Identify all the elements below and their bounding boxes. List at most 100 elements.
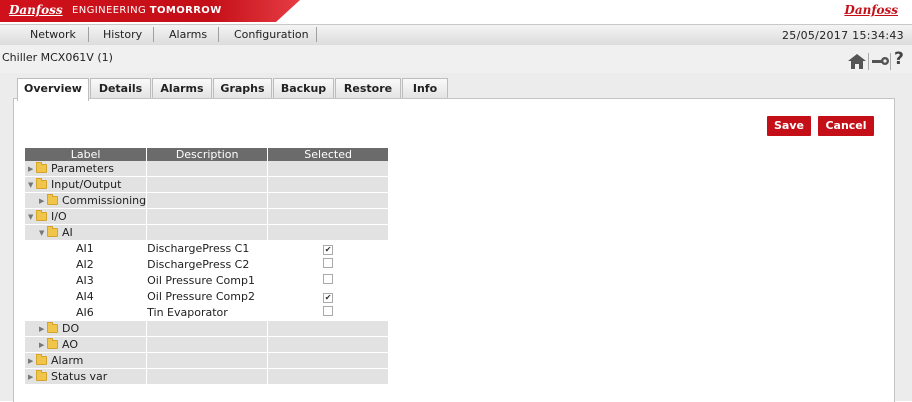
column-header-label[interactable]: Label bbox=[25, 148, 148, 161]
row-label: Parameters bbox=[51, 162, 114, 175]
tab-backup[interactable]: Backup bbox=[273, 78, 334, 99]
collapse-arrow-icon[interactable]: ▼ bbox=[39, 229, 47, 237]
row-description: Oil Pressure Comp2 bbox=[146, 288, 269, 305]
row-description bbox=[146, 224, 269, 241]
tab-graphs[interactable]: Graphs bbox=[213, 78, 272, 99]
expand-arrow-icon[interactable]: ▶ bbox=[28, 373, 36, 381]
tree-row-alarm[interactable]: ▶ Alarm bbox=[25, 352, 390, 369]
home-icon[interactable] bbox=[848, 54, 866, 69]
row-label: I/O bbox=[51, 210, 67, 223]
folder-icon bbox=[36, 162, 47, 173]
icon-separator bbox=[868, 53, 869, 70]
selected-checkbox[interactable] bbox=[323, 258, 334, 268]
expand-arrow-icon[interactable]: ▶ bbox=[39, 197, 47, 205]
danfoss-logo: Danfoss bbox=[9, 3, 63, 17]
menu-alarms[interactable]: Alarms bbox=[169, 28, 207, 41]
table-row: AI1 DischargePress C1 ✔ bbox=[25, 240, 390, 257]
tab-details[interactable]: Details bbox=[90, 78, 151, 99]
danfoss-logo-right: Danfoss bbox=[844, 3, 898, 17]
row-label: AI6 bbox=[25, 304, 148, 321]
row-description: Oil Pressure Comp1 bbox=[146, 272, 269, 289]
collapse-arrow-icon[interactable]: ▼ bbox=[28, 213, 36, 221]
tab-info[interactable]: Info bbox=[402, 78, 448, 99]
device-title: Chiller MCX061V (1) bbox=[2, 51, 113, 64]
expand-arrow-icon[interactable]: ▶ bbox=[28, 357, 36, 365]
table-row: AI3 Oil Pressure Comp1 bbox=[25, 272, 390, 289]
row-description bbox=[146, 176, 269, 193]
row-label: Status var bbox=[51, 370, 108, 383]
folder-icon bbox=[36, 354, 47, 365]
row-description bbox=[146, 336, 269, 353]
column-header-description[interactable]: Description bbox=[146, 148, 269, 161]
tree-row-ai[interactable]: ▼ AI bbox=[25, 224, 390, 241]
menu-network[interactable]: Network bbox=[30, 28, 76, 41]
row-label: AI bbox=[62, 226, 73, 239]
row-selected bbox=[267, 208, 390, 225]
row-selected bbox=[267, 320, 390, 337]
device-bar: Chiller MCX061V (1) bbox=[0, 45, 912, 73]
row-label: AI2 bbox=[25, 256, 148, 273]
row-label: Commissioning bbox=[62, 194, 147, 207]
menu-separator bbox=[218, 27, 219, 42]
tree-row-parameters[interactable]: ▶ Parameters bbox=[25, 161, 390, 177]
row-label: AI1 bbox=[25, 240, 148, 257]
tree-row-status-var[interactable]: ▶ Status var bbox=[25, 368, 390, 385]
row-description bbox=[146, 192, 269, 209]
expand-arrow-icon[interactable]: ▶ bbox=[39, 325, 47, 333]
row-selected bbox=[267, 224, 390, 241]
tab-alarms[interactable]: Alarms bbox=[152, 78, 212, 99]
help-icon[interactable]: ? bbox=[894, 49, 904, 69]
row-description bbox=[146, 161, 269, 177]
menu-separator bbox=[153, 27, 154, 42]
row-selected bbox=[267, 336, 390, 353]
row-label: Alarm bbox=[51, 354, 84, 367]
brand-tagline: ENGINEERING TOMORROW bbox=[72, 5, 222, 16]
row-label: AI4 bbox=[25, 288, 148, 305]
menu-configuration[interactable]: Configuration bbox=[234, 28, 309, 41]
tree-row-do[interactable]: ▶ DO bbox=[25, 320, 390, 337]
save-button[interactable]: Save bbox=[767, 116, 811, 136]
folder-icon bbox=[47, 338, 58, 349]
folder-icon bbox=[36, 210, 47, 221]
column-header-selected[interactable]: Selected bbox=[267, 148, 390, 161]
tree-row-ao[interactable]: ▶ AO bbox=[25, 336, 390, 353]
icon-separator bbox=[890, 53, 891, 70]
selected-checkbox[interactable]: ✔ bbox=[323, 293, 334, 303]
row-description bbox=[146, 352, 269, 369]
tree-row-io[interactable]: ▼ I/O bbox=[25, 208, 390, 225]
folder-icon bbox=[36, 370, 47, 381]
folder-icon bbox=[36, 178, 47, 189]
menu-history[interactable]: History bbox=[103, 28, 142, 41]
row-label: AO bbox=[62, 338, 78, 351]
datetime-display: 25/05/2017 15:34:43 bbox=[781, 29, 904, 42]
tree-row-commissioning[interactable]: ▶ Commissioning bbox=[25, 192, 390, 209]
row-description: DischargePress C2 bbox=[146, 256, 269, 273]
collapse-arrow-icon[interactable]: ▼ bbox=[28, 181, 36, 189]
table-row: AI4 Oil Pressure Comp2 ✔ bbox=[25, 288, 390, 305]
tree-row-input-output[interactable]: ▼ Input/Output bbox=[25, 176, 390, 193]
tab-overview[interactable]: Overview bbox=[17, 78, 89, 101]
row-description bbox=[146, 368, 269, 385]
row-description bbox=[146, 208, 269, 225]
selected-checkbox[interactable] bbox=[323, 274, 334, 284]
row-description bbox=[146, 320, 269, 337]
row-selected bbox=[267, 192, 390, 209]
folder-icon bbox=[47, 226, 58, 237]
expand-arrow-icon[interactable]: ▶ bbox=[39, 341, 47, 349]
row-description: Tin Evaporator bbox=[146, 304, 269, 321]
selected-checkbox[interactable]: ✔ bbox=[323, 245, 334, 255]
row-description: DischargePress C1 bbox=[146, 240, 269, 257]
folder-icon bbox=[47, 194, 58, 205]
cancel-button[interactable]: Cancel bbox=[818, 116, 874, 136]
row-label: Input/Output bbox=[51, 178, 122, 191]
expand-arrow-icon[interactable]: ▶ bbox=[28, 165, 36, 173]
key-icon[interactable] bbox=[872, 55, 890, 67]
row-label: DO bbox=[62, 322, 80, 335]
tab-restore[interactable]: Restore bbox=[335, 78, 401, 99]
row-selected bbox=[267, 368, 390, 385]
menu-separator bbox=[88, 27, 89, 42]
row-selected bbox=[267, 176, 390, 193]
menu-separator bbox=[316, 27, 317, 42]
selected-checkbox[interactable] bbox=[323, 306, 334, 316]
table-row: AI6 Tin Evaporator bbox=[25, 304, 390, 321]
